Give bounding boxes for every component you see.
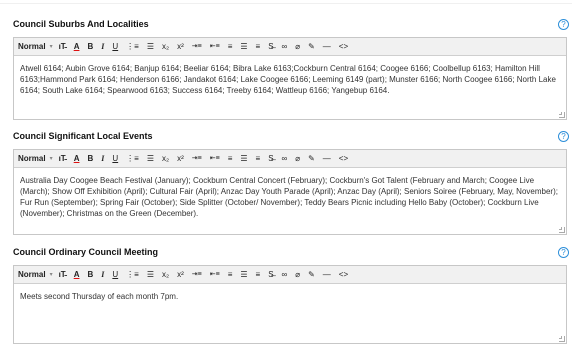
align-left-icon[interactable]: ≡ — [228, 266, 233, 284]
chevron-down-icon[interactable]: ▾ — [50, 266, 53, 284]
highlighter-icon[interactable]: ✎ — [308, 150, 315, 168]
align-center-icon[interactable]: ☰ — [240, 266, 247, 284]
italic-button[interactable]: I — [101, 266, 104, 284]
top-divider — [0, 3, 572, 4]
bold-button[interactable]: B — [87, 150, 93, 168]
link-icon[interactable]: ∞ — [282, 150, 288, 168]
field-label: Council Suburbs And Localities — [13, 19, 149, 29]
italic-button[interactable]: I — [101, 150, 104, 168]
font-color-icon[interactable]: A — [74, 266, 80, 284]
help-icon[interactable]: ? — [558, 247, 569, 258]
format-dropdown[interactable]: Normal — [18, 38, 46, 56]
outdent-icon[interactable]: ⇤≡ — [210, 266, 220, 284]
superscript-button[interactable]: x² — [177, 150, 184, 168]
indent-icon[interactable]: ⇥≡ — [192, 38, 202, 56]
underline-button[interactable]: U — [112, 150, 118, 168]
rich-text-editor[interactable]: Normal ▾ ıT̵ A B I U ⋮≡ ☰ x₂ x² ⇥≡ ⇤≡ ≡ … — [13, 37, 567, 120]
align-left-icon[interactable]: ≡ — [228, 38, 233, 56]
highlighter-icon[interactable]: ✎ — [308, 266, 315, 284]
font-size-icon[interactable]: ıT̵ — [59, 38, 66, 56]
align-right-icon[interactable]: ≡ — [256, 266, 261, 284]
editor-toolbar: Normal ▾ ıT̵ A B I U ⋮≡ ☰ x₂ x² ⇥≡ ⇤≡ ≡ … — [14, 266, 566, 284]
font-color-icon[interactable]: A — [74, 150, 80, 168]
align-center-icon[interactable]: ☰ — [240, 150, 247, 168]
horizontal-rule-icon[interactable]: — — [323, 150, 331, 168]
link-icon[interactable]: ∞ — [282, 266, 288, 284]
align-center-icon[interactable]: ☰ — [240, 38, 247, 56]
superscript-button[interactable]: x² — [177, 38, 184, 56]
highlighter-icon[interactable]: ✎ — [308, 38, 315, 56]
source-code-icon[interactable]: <> — [339, 38, 348, 56]
indent-icon[interactable]: ⇥≡ — [192, 150, 202, 168]
editor-toolbar: Normal ▾ ıT̵ A B I U ⋮≡ ☰ x₂ x² ⇥≡ ⇤≡ ≡ … — [14, 38, 566, 56]
superscript-button[interactable]: x² — [177, 266, 184, 284]
field-label: Council Ordinary Council Meeting — [13, 247, 159, 257]
horizontal-rule-icon[interactable]: — — [323, 266, 331, 284]
link-icon[interactable]: ∞ — [282, 38, 288, 56]
help-icon[interactable]: ? — [558, 131, 569, 142]
italic-button[interactable]: I — [101, 38, 104, 56]
underline-button[interactable]: U — [112, 266, 118, 284]
bullet-list-icon[interactable]: ☰ — [147, 266, 154, 284]
strikethrough-icon[interactable]: S̶ — [268, 150, 273, 168]
chevron-down-icon[interactable]: ▾ — [50, 150, 53, 168]
unlink-icon[interactable]: ⌀ — [295, 150, 300, 168]
subscript-button[interactable]: x₂ — [162, 266, 169, 284]
format-dropdown[interactable]: Normal — [18, 150, 46, 168]
help-icon[interactable]: ? — [558, 19, 569, 30]
unlink-icon[interactable]: ⌀ — [295, 38, 300, 56]
resize-handle[interactable] — [559, 112, 565, 118]
editor-content[interactable]: Atwell 6164; Aubin Grove 6164; Banjup 61… — [20, 63, 560, 96]
format-dropdown[interactable]: Normal — [18, 266, 46, 284]
resize-handle[interactable] — [559, 227, 565, 233]
source-code-icon[interactable]: <> — [339, 266, 348, 284]
chevron-down-icon[interactable]: ▾ — [50, 38, 53, 56]
horizontal-rule-icon[interactable]: — — [323, 38, 331, 56]
align-left-icon[interactable]: ≡ — [228, 150, 233, 168]
rich-text-editor[interactable]: Normal ▾ ıT̵ A B I U ⋮≡ ☰ x₂ x² ⇥≡ ⇤≡ ≡ … — [13, 265, 567, 344]
editor-content[interactable]: Australia Day Coogee Beach Festival (Jan… — [20, 175, 560, 219]
subscript-button[interactable]: x₂ — [162, 150, 169, 168]
unlink-icon[interactable]: ⌀ — [295, 266, 300, 284]
outdent-icon[interactable]: ⇤≡ — [210, 150, 220, 168]
rich-text-editor[interactable]: Normal ▾ ıT̵ A B I U ⋮≡ ☰ x₂ x² ⇥≡ ⇤≡ ≡ … — [13, 149, 567, 235]
editor-content[interactable]: Meets second Thursday of each month 7pm. — [20, 291, 560, 302]
resize-handle[interactable] — [559, 336, 565, 342]
outdent-icon[interactable]: ⇤≡ — [210, 38, 220, 56]
editor-toolbar: Normal ▾ ıT̵ A B I U ⋮≡ ☰ x₂ x² ⇥≡ ⇤≡ ≡ … — [14, 150, 566, 168]
bold-button[interactable]: B — [87, 266, 93, 284]
indent-icon[interactable]: ⇥≡ — [192, 266, 202, 284]
ordered-list-icon[interactable]: ⋮≡ — [126, 266, 139, 284]
align-right-icon[interactable]: ≡ — [256, 150, 261, 168]
bold-button[interactable]: B — [87, 38, 93, 56]
ordered-list-icon[interactable]: ⋮≡ — [126, 38, 139, 56]
font-color-icon[interactable]: A — [74, 38, 80, 56]
strikethrough-icon[interactable]: S̶ — [268, 266, 273, 284]
ordered-list-icon[interactable]: ⋮≡ — [126, 150, 139, 168]
underline-button[interactable]: U — [112, 38, 118, 56]
subscript-button[interactable]: x₂ — [162, 38, 169, 56]
bullet-list-icon[interactable]: ☰ — [147, 38, 154, 56]
strikethrough-icon[interactable]: S̶ — [268, 38, 273, 56]
source-code-icon[interactable]: <> — [339, 150, 348, 168]
bullet-list-icon[interactable]: ☰ — [147, 150, 154, 168]
align-right-icon[interactable]: ≡ — [256, 38, 261, 56]
font-size-icon[interactable]: ıT̵ — [59, 266, 66, 284]
font-size-icon[interactable]: ıT̵ — [59, 150, 66, 168]
field-label: Council Significant Local Events — [13, 131, 153, 141]
